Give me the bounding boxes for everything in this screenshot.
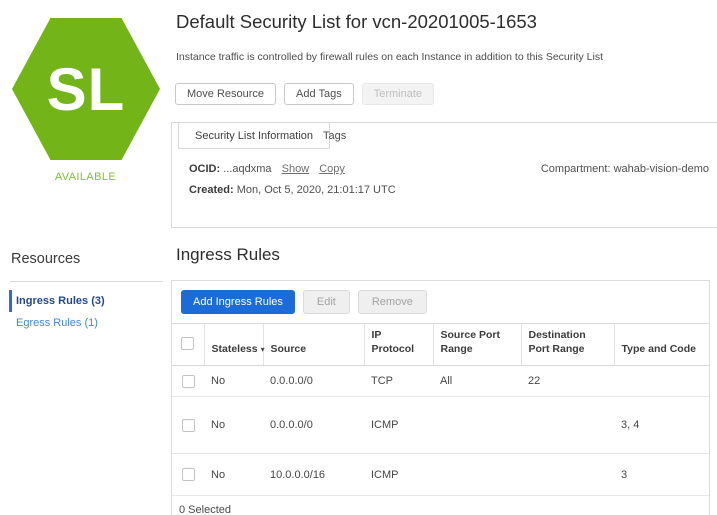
compartment-value: wahab-vision-demo xyxy=(614,163,709,175)
selection-count: 0 Selected xyxy=(172,496,709,515)
ocid-value: ...aqdxma xyxy=(223,163,271,175)
compartment-line: Compartment: wahab-vision-demo xyxy=(541,163,709,175)
move-resource-button[interactable]: Move Resource xyxy=(175,83,276,105)
top-action-bar: Move Resource Add Tags Terminate xyxy=(175,83,434,105)
tab-tags[interactable]: Tags xyxy=(313,123,356,149)
table-row: No 0.0.0.0/0 ICMP 3, 4 xyxy=(172,397,709,454)
created-value: Mon, Oct 5, 2020, 21:01:17 UTC xyxy=(237,184,396,196)
page-subtitle: Instance traffic is controlled by firewa… xyxy=(176,51,603,63)
ingress-rules-table: Stateless▾ Source IP Protocol Source Por… xyxy=(172,323,709,496)
edit-button[interactable]: Edit xyxy=(303,290,350,314)
security-list-detail-page: { "entity": { "initials": "SL", "status"… xyxy=(0,0,717,515)
table-header-row: Stateless▾ Source IP Protocol Source Por… xyxy=(172,324,709,366)
cell-source-port xyxy=(433,454,521,496)
row-checkbox[interactable] xyxy=(182,375,195,388)
column-header-ip-protocol: IP Protocol xyxy=(364,324,433,366)
ocid-copy-link[interactable]: Copy xyxy=(319,163,345,175)
cell-stateless: No xyxy=(204,397,263,454)
resource-initials: SL xyxy=(47,55,126,124)
resources-heading: Resources xyxy=(11,251,80,267)
cell-dest-port: 22 xyxy=(521,366,614,397)
ocid-line: OCID: ...aqdxma Show Copy xyxy=(189,163,345,175)
compartment-label: Compartment: xyxy=(541,163,611,175)
tab-security-list-information[interactable]: Security List Information xyxy=(178,123,330,149)
cell-dest-port xyxy=(521,397,614,454)
select-all-checkbox[interactable] xyxy=(181,337,194,350)
page-title: Default Security List for vcn-20201005-1… xyxy=(176,11,537,33)
cell-source-port: All xyxy=(433,366,521,397)
column-header-source-port-range: Source Port Range xyxy=(433,324,521,366)
resources-nav: Ingress Rules (3) Egress Rules (1) xyxy=(9,290,167,334)
cell-source: 0.0.0.0/0 xyxy=(263,366,364,397)
cell-protocol: TCP xyxy=(364,366,433,397)
cell-type-code: 3 xyxy=(614,454,709,496)
cell-type-code: 3, 4 xyxy=(614,397,709,454)
ocid-show-link[interactable]: Show xyxy=(282,163,310,175)
ingress-rules-table-container: Add Ingress Rules Edit Remove Stateless▾… xyxy=(171,280,710,515)
sidebar-item-ingress-rules[interactable]: Ingress Rules (3) xyxy=(9,290,167,312)
cell-dest-port xyxy=(521,454,614,496)
sort-caret-icon: ▾ xyxy=(261,345,265,354)
add-tags-button[interactable]: Add Tags xyxy=(284,83,354,105)
ingress-rules-heading: Ingress Rules xyxy=(176,245,280,265)
created-label: Created: xyxy=(189,184,234,196)
add-ingress-rules-button[interactable]: Add Ingress Rules xyxy=(181,290,295,314)
column-header-type-and-code: Type and Code xyxy=(614,324,709,366)
row-checkbox[interactable] xyxy=(182,468,195,481)
cell-source-port xyxy=(433,397,521,454)
cell-source: 10.0.0.0/16 xyxy=(263,454,364,496)
resource-type-hexagon-icon: SL xyxy=(12,18,160,160)
sidebar-item-egress-rules[interactable]: Egress Rules (1) xyxy=(9,312,167,334)
column-header-destination-port-range: Destination Port Range xyxy=(521,324,614,366)
status-badge: AVAILABLE xyxy=(0,171,171,183)
cell-stateless: No xyxy=(204,366,263,397)
details-panel: Security List Information Tags OCID: ...… xyxy=(171,122,717,228)
table-row: No 0.0.0.0/0 TCP All 22 xyxy=(172,366,709,397)
table-row: No 10.0.0.0/16 ICMP 3 xyxy=(172,454,709,496)
cell-protocol: ICMP xyxy=(364,397,433,454)
cell-source: 0.0.0.0/0 xyxy=(263,397,364,454)
terminate-button[interactable]: Terminate xyxy=(362,83,434,105)
column-header-stateless[interactable]: Stateless▾ xyxy=(204,324,263,366)
row-checkbox[interactable] xyxy=(182,419,195,432)
created-line: Created: Mon, Oct 5, 2020, 21:01:17 UTC xyxy=(189,184,396,196)
cell-type-code xyxy=(614,366,709,397)
resources-divider xyxy=(10,281,163,282)
column-header-source: Source xyxy=(263,324,364,366)
ocid-label: OCID: xyxy=(189,163,220,175)
cell-stateless: No xyxy=(204,454,263,496)
remove-button[interactable]: Remove xyxy=(358,290,427,314)
cell-protocol: ICMP xyxy=(364,454,433,496)
ingress-toolbar: Add Ingress Rules Edit Remove xyxy=(172,281,709,323)
